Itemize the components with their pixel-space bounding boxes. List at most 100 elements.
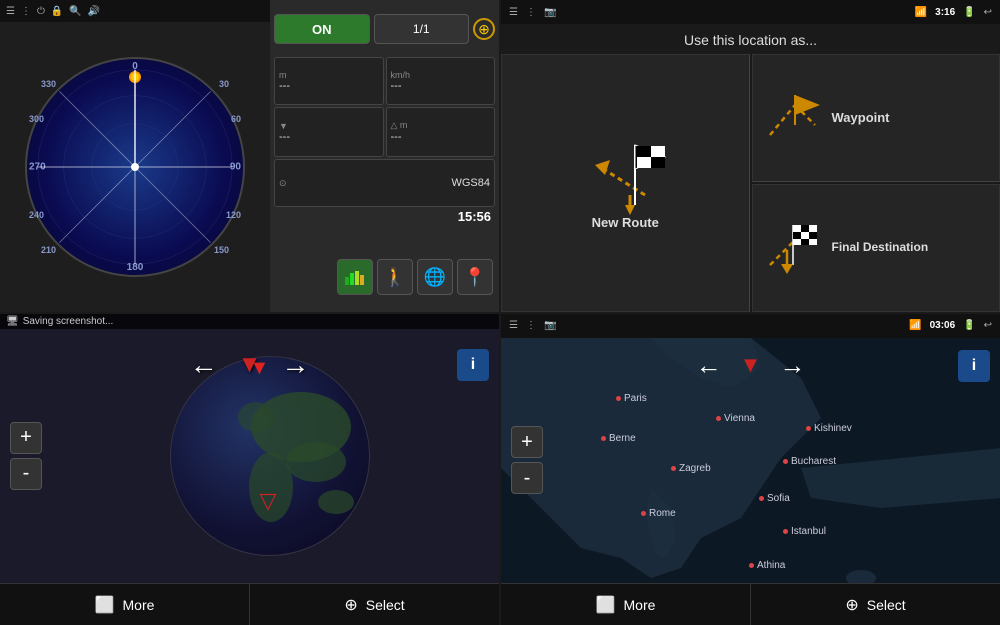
search-icon[interactable]: 🔍: [69, 6, 81, 17]
volume-icon[interactable]: 🔊: [88, 6, 100, 17]
nav-right-arrow[interactable]: →: [281, 349, 309, 381]
euro-nav-arrows: ← ▼ →: [696, 350, 806, 381]
euro-status-bar: ☰ ⋮ 📷 📶 03:06 🔋 ↩: [501, 314, 1000, 338]
globe: [170, 356, 370, 556]
euro-nav-up[interactable]: ▼: [740, 352, 762, 378]
euro-menu-icon[interactable]: ☰: [509, 320, 518, 331]
loc-back-icon[interactable]: ↩: [984, 7, 992, 18]
euro-time: 03:06: [930, 320, 956, 331]
compass-data-panel: ON 1/1 ⊕ m --- km/h --- ▼ --- △ m --- ⊙ …: [270, 0, 499, 312]
euromap-quadrant: ☰ ⋮ 📷 📶 03:06 🔋 ↩: [501, 314, 1000, 625]
zoom-controls: + -: [10, 422, 42, 490]
location-status-bar: ☰ ⋮ 📷 📶 3:16 🔋 ↩: [501, 0, 1000, 24]
chart-button[interactable]: [337, 259, 373, 295]
city-rome: Rome: [641, 508, 676, 519]
compass-lines-svg: [27, 59, 243, 275]
saving-screenshot-bar: 🖥 Saving screenshot...: [0, 314, 499, 329]
globe-continents: [171, 357, 371, 557]
euro-wifi-icon: 📶: [909, 320, 921, 331]
loc-wifi-icon: 📶: [915, 7, 927, 18]
loc-overflow-icon[interactable]: ⋮: [526, 7, 536, 18]
bottom-toolbar-left: ⬜ More ⊕ Select: [0, 583, 499, 625]
new-route-icon: [575, 135, 675, 215]
city-paris: Paris: [616, 393, 647, 404]
city-sofia: Sofia: [759, 493, 790, 504]
euro-camera-icon[interactable]: 📷: [544, 320, 556, 331]
more-icon-right: ⬜: [596, 595, 616, 615]
speed-cell: km/h ---: [386, 57, 496, 106]
europe-map-area[interactable]: Paris Berne Zagreb Vienna Kishinev Bucha…: [501, 338, 1000, 584]
nav-left-arrow[interactable]: ←: [190, 349, 218, 381]
euro-overflow-icon[interactable]: ⋮: [526, 320, 536, 331]
final-dest-icon: [765, 220, 820, 275]
euro-back-icon[interactable]: ↩: [984, 320, 992, 331]
on-button[interactable]: ON: [274, 14, 370, 44]
pin-button[interactable]: 📍: [457, 259, 493, 295]
location-title: Use this location as...: [501, 24, 1000, 54]
red-marker-center: ▽: [260, 488, 277, 514]
chart-icon: [345, 269, 365, 285]
more-label-right: More: [624, 597, 656, 613]
info-button[interactable]: i: [457, 349, 489, 381]
red-marker-top: ▼: [250, 357, 270, 380]
direction-cell: ▼ ---: [274, 107, 384, 157]
altitude-cell: △ m ---: [386, 107, 496, 157]
euro-battery-icon: 🔋: [963, 320, 975, 331]
wgs-cell: ⊙ WGS84: [274, 159, 495, 208]
euro-nav-left[interactable]: ←: [696, 350, 722, 381]
euro-zoom-controls: + -: [511, 426, 543, 494]
select-label-right: Select: [867, 597, 906, 613]
select-button-left[interactable]: ⊕ Select: [249, 583, 499, 625]
select-label: Select: [366, 597, 405, 613]
more-label: More: [123, 597, 155, 613]
select-icon: ⊕: [344, 595, 357, 615]
power-icon[interactable]: ⏻: [37, 6, 45, 17]
city-kishinev: Kishinev: [806, 423, 852, 434]
waypoint-label: Waypoint: [832, 110, 890, 125]
city-vienna: Vienna: [716, 413, 755, 424]
city-berne: Berne: [601, 433, 636, 444]
euro-zoom-out[interactable]: -: [511, 462, 543, 494]
new-route-label: New Route: [592, 215, 659, 230]
loc-time: 3:16: [935, 7, 955, 18]
final-destination-button[interactable]: Final Destination: [752, 184, 1000, 312]
fraction-display: 1/1: [374, 14, 470, 44]
globe-button[interactable]: 🌐: [417, 259, 453, 295]
city-bucharest: Bucharest: [783, 456, 836, 467]
more-button-right[interactable]: ⬜ More: [501, 583, 750, 625]
location-options: New Route Waypoint: [501, 54, 1000, 312]
zoom-in-button[interactable]: +: [10, 422, 42, 454]
city-zagreb: Zagreb: [671, 463, 711, 474]
pedestrian-button[interactable]: 🚶: [377, 259, 413, 295]
bottom-icon-row: 🚶 🌐 📍: [274, 247, 495, 308]
compass-display: ☰ ⋮ ⏻ 🔒 🔍 🔊 0 90 180 270: [0, 0, 270, 312]
waypoint-icon: [765, 90, 820, 145]
more-button-left[interactable]: ⬜ More: [0, 583, 249, 625]
distance-cell: m ---: [274, 57, 384, 106]
city-athina: Athina: [749, 560, 785, 571]
saving-text: Saving screenshot...: [23, 316, 114, 327]
new-route-button[interactable]: New Route: [501, 54, 750, 312]
compass-quadrant: ☰ ⋮ ⏻ 🔒 🔍 🔊 0 90 180 270: [0, 0, 499, 312]
euro-info-button[interactable]: i: [958, 350, 990, 382]
right-location-options: Waypoint: [752, 54, 1000, 312]
menu-icon[interactable]: ☰: [6, 6, 15, 17]
time-display: 15:56: [274, 209, 495, 245]
city-istanbul: Istanbul: [783, 526, 826, 537]
final-dest-labels: Final Destination: [832, 240, 929, 256]
world-map-area[interactable]: ← ▼ → ▼ ▽ i + -: [0, 329, 499, 584]
euro-zoom-in[interactable]: +: [511, 426, 543, 458]
screen-icon: 🖥: [6, 316, 19, 327]
compass-orient-button[interactable]: ⊕: [473, 18, 495, 40]
loc-menu-icon[interactable]: ☰: [509, 7, 518, 18]
select-button-right[interactable]: ⊕ Select: [750, 583, 1000, 625]
select-icon-right: ⊕: [845, 595, 858, 615]
lock-icon[interactable]: 🔒: [51, 6, 63, 17]
worldmap-quadrant: 🖥 Saving screenshot... ← ▼: [0, 314, 499, 625]
zoom-out-button[interactable]: -: [10, 458, 42, 490]
euro-nav-right[interactable]: →: [779, 350, 805, 381]
loc-camera-icon[interactable]: 📷: [544, 7, 556, 18]
waypoint-button[interactable]: Waypoint: [752, 54, 1000, 182]
location-dialog-quadrant: ☰ ⋮ 📷 📶 3:16 🔋 ↩ Use this location as...: [501, 0, 1000, 312]
overflow-icon[interactable]: ⋮: [21, 6, 31, 17]
